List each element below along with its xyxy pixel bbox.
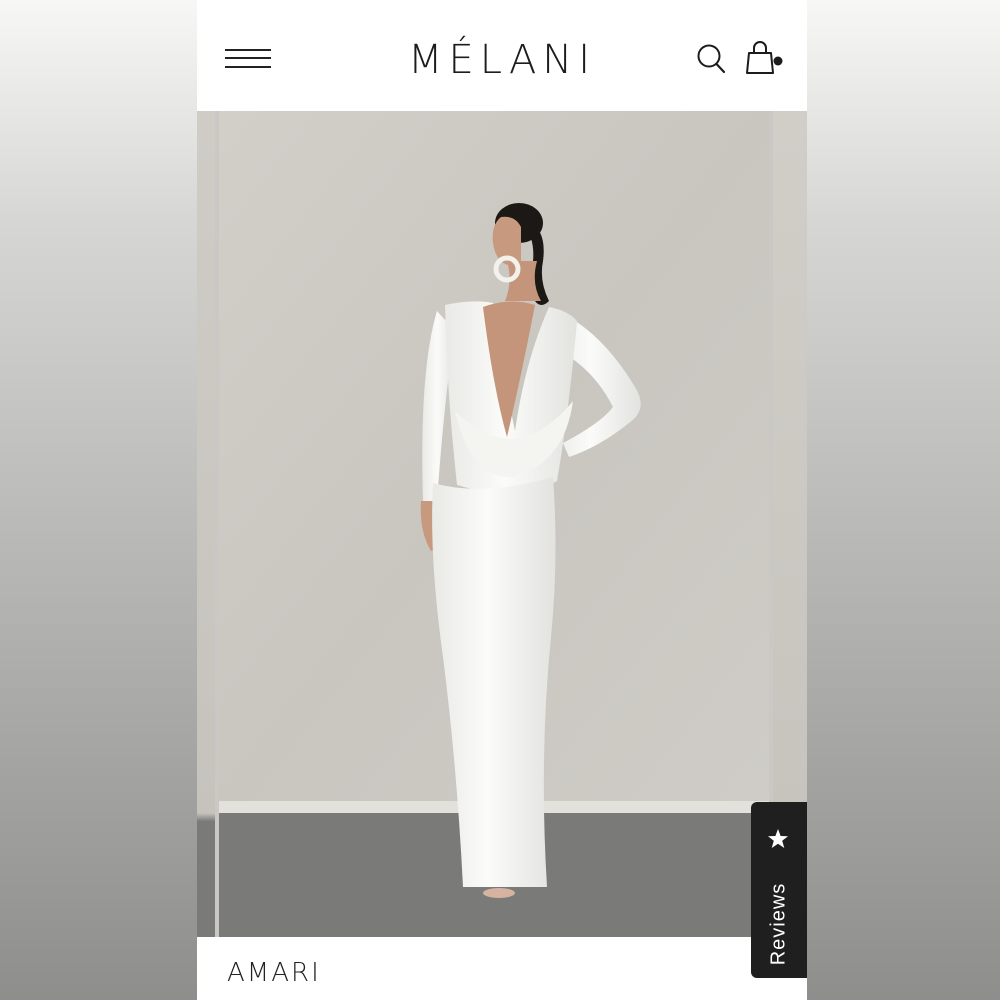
previous-slide-peek[interactable] [197, 111, 215, 937]
product-name: AMARI [227, 958, 321, 988]
site-header: MÉLANI [197, 0, 807, 111]
shopping-bag-icon[interactable] [746, 40, 786, 76]
background-blur-left [0, 0, 197, 1000]
search-icon[interactable] [696, 43, 726, 75]
reviews-tab-label: Reviews [767, 882, 790, 966]
star-icon [768, 829, 788, 848]
reviews-tab[interactable]: Reviews [751, 802, 807, 978]
mobile-page: MÉLANI AMARI Reviews [197, 0, 807, 1000]
product-photo[interactable] [219, 111, 769, 937]
background-blur-right [807, 0, 1000, 1000]
product-image-gallery[interactable] [197, 111, 807, 937]
